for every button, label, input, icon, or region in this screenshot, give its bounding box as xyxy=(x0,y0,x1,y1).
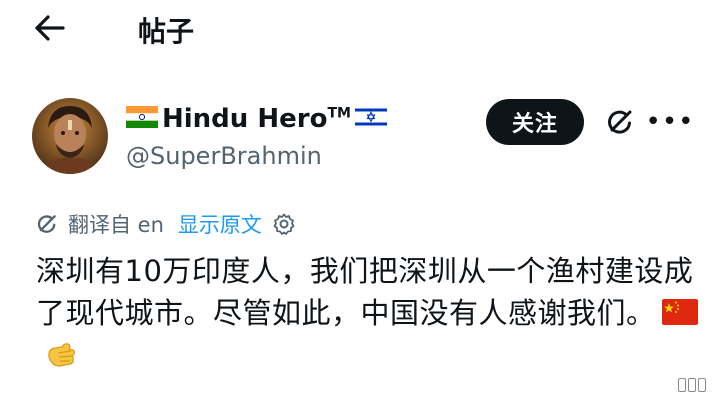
author-handle[interactable]: @SuperBrahmin xyxy=(126,142,322,170)
pointing-hand-icon xyxy=(44,337,78,382)
gear-icon[interactable] xyxy=(272,212,296,236)
grok-icon xyxy=(608,110,632,134)
page-title: 帖子 xyxy=(138,15,195,48)
author-name-row[interactable]: Hindu HeroTM xyxy=(126,102,391,136)
translate-icon xyxy=(34,211,60,237)
watermark xyxy=(678,378,706,392)
arrow-left-icon xyxy=(35,15,65,41)
back-button[interactable] xyxy=(28,8,72,48)
translation-bar: 翻译自 en 显示原文 xyxy=(34,206,296,242)
grok-button[interactable] xyxy=(600,102,640,142)
avatar[interactable] xyxy=(32,98,108,174)
translated-from-label: 翻译自 en xyxy=(68,213,164,237)
display-name: Hindu HeroTM xyxy=(162,104,351,134)
post-text: 深圳有10万印度人，我们把深圳从一个渔村建设成了现代城市。尽管如此，中国没有人感… xyxy=(36,254,694,330)
china-flag-icon xyxy=(661,294,698,336)
india-flag-icon xyxy=(126,106,158,132)
top-bar: 帖子 xyxy=(0,0,720,60)
israel-flag-icon xyxy=(354,105,388,132)
follow-button[interactable]: 关注 xyxy=(486,99,584,145)
trademark-mark: TM xyxy=(327,105,351,122)
show-original-link[interactable]: 显示原文 xyxy=(178,209,262,239)
more-options-button[interactable]: ••• xyxy=(646,104,694,140)
post-text-block: 深圳有10万印度人，我们把深圳从一个渔村建设成了现代城市。尽管如此，中国没有人感… xyxy=(36,250,700,382)
